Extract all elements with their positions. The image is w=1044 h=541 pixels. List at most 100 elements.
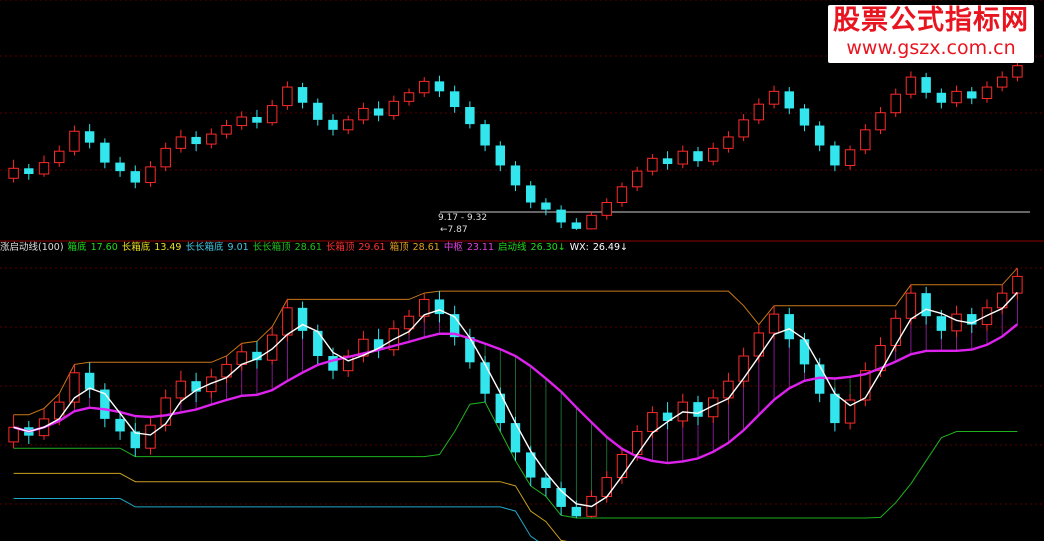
price-candle — [480, 124, 490, 146]
price-candle — [799, 108, 810, 126]
price-candle — [586, 214, 597, 230]
legend-xding_label: 箱顶 — [389, 242, 409, 253]
legend-ccxding_label: 长长箱顶 — [252, 242, 291, 253]
legend-ccxd_value: 9.01 — [227, 242, 249, 253]
price-candle — [601, 201, 612, 216]
price-candle — [875, 112, 886, 131]
price-candle — [313, 102, 323, 120]
watermark-logo: 股票公式指标网 www.gszx.com.cn — [828, 5, 1034, 63]
price-candle — [510, 165, 521, 186]
price-candle — [723, 136, 734, 149]
indicator-candle — [480, 362, 490, 394]
price-candle — [465, 107, 475, 125]
price-candle — [616, 186, 628, 203]
price-candle — [860, 129, 871, 151]
indicator-candle — [266, 334, 278, 361]
low-price-annotation: ←7.87 — [440, 225, 468, 235]
indicator-candle — [282, 307, 293, 336]
price-candle — [191, 136, 201, 145]
price-candle — [358, 107, 369, 121]
price-candle — [54, 150, 65, 164]
legend-zq_value: 23.11 — [466, 242, 495, 253]
price-candle — [145, 166, 156, 184]
price-candle — [556, 209, 566, 223]
indicator-candle — [54, 401, 65, 420]
price-candle — [388, 100, 400, 117]
legend-name: 涨启动线(100) — [0, 242, 64, 253]
price-candle — [419, 80, 430, 94]
price-candle — [342, 119, 354, 131]
legend-cxd_label: 长箱底 — [121, 242, 151, 253]
price-candle — [495, 145, 506, 166]
indicator-candle — [951, 313, 962, 332]
watermark-url: www.gszx.com.cn — [846, 37, 1016, 59]
legend-wx_label: WX: — [569, 242, 589, 253]
price-candle — [753, 103, 765, 121]
indicator-candle — [830, 393, 840, 424]
price-candle — [814, 125, 825, 146]
price-candle — [1012, 65, 1023, 78]
legend-zq_label: 中枢 — [443, 242, 463, 253]
indicator-candle — [510, 423, 521, 453]
indicator-candle — [175, 380, 187, 399]
legend-ccxding_value: 28.61 — [294, 242, 322, 253]
price-candle — [768, 90, 780, 105]
price-candle — [236, 116, 247, 127]
price-candle — [571, 222, 582, 229]
indicator-candle — [616, 454, 628, 479]
price-candle — [84, 131, 95, 143]
price-candle — [130, 171, 140, 183]
price-candle — [373, 108, 384, 116]
price-candle — [708, 147, 719, 162]
indicator-candle — [905, 292, 917, 319]
price-range-annotation: 9.17 - 9.32 — [438, 213, 488, 223]
legend-qd_value: 26.30↓ — [530, 242, 566, 253]
price-candle — [328, 119, 338, 130]
price-candle — [693, 151, 703, 162]
price-candle — [24, 168, 34, 174]
price-candle — [252, 116, 262, 123]
price-candle — [266, 105, 278, 124]
price-candle — [951, 90, 962, 104]
indicator-candle — [313, 330, 323, 357]
price-candle — [403, 92, 415, 102]
legend-cxding_value: 29.61 — [358, 242, 386, 253]
indicator-candle — [541, 477, 551, 489]
price-candle — [738, 119, 749, 138]
price-candle — [936, 92, 947, 103]
indicator-legend: 涨启动线(100) 箱底 17.60 长箱底 13.49 长长箱底 9.01 长长箱顶 28.6… — [0, 241, 632, 255]
indicator-candle — [571, 506, 582, 517]
indicator-candle — [693, 402, 703, 417]
legend-xd_label: 箱底 — [67, 242, 87, 253]
price-candle — [8, 167, 19, 179]
price-candle — [160, 147, 171, 168]
price-candle — [662, 158, 673, 165]
stock-chart — [0, 0, 1044, 541]
price-candle — [38, 162, 50, 175]
indicator-candle — [784, 314, 794, 340]
indicator-candle — [328, 356, 338, 371]
indicator-candle — [768, 313, 780, 334]
low-price-value: 7.87 — [447, 225, 468, 235]
price-candle — [631, 170, 643, 188]
legend-xding_value: 28.61 — [412, 242, 440, 253]
price-candle — [69, 130, 80, 152]
price-candle — [206, 133, 217, 145]
price-candle — [282, 86, 293, 107]
price-candle — [100, 142, 110, 163]
price-candle — [967, 91, 977, 99]
indicator-candle — [160, 397, 171, 426]
price-candle — [921, 77, 931, 93]
indicator-candle — [921, 293, 931, 317]
price-candle — [434, 81, 445, 92]
legend-cxding_label: 长箱顶 — [325, 242, 355, 253]
price-candle — [890, 93, 901, 114]
indicator-candle — [723, 380, 734, 399]
price-candle — [905, 76, 917, 95]
legend-wx_value: 26.49↓ — [592, 242, 628, 253]
price-candle — [221, 125, 232, 135]
indicator-candle — [647, 412, 658, 432]
indicator-candle — [8, 426, 19, 443]
watermark-title: 股票公式指标网 — [833, 5, 1029, 36]
indicator-candle — [601, 477, 612, 497]
